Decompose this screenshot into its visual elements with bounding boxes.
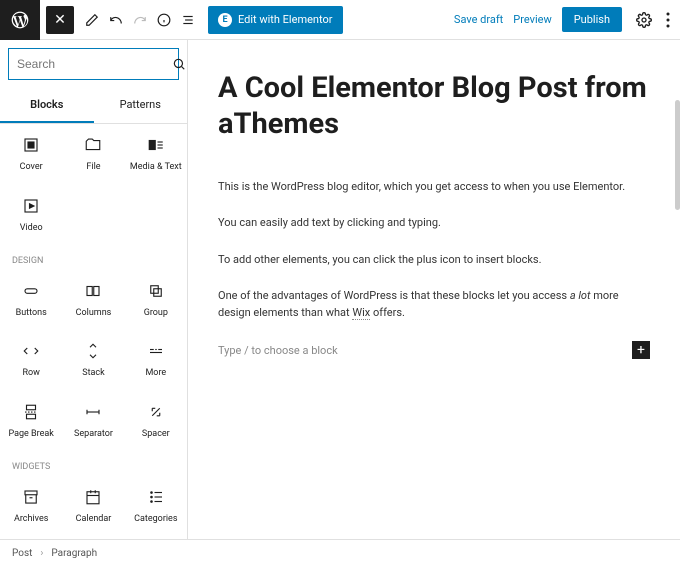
block-stack[interactable]: Stack xyxy=(62,330,124,391)
save-draft-button[interactable]: Save draft xyxy=(454,13,503,26)
paragraph-block[interactable]: You can easily add text by clicking and … xyxy=(218,215,650,232)
block-calendar[interactable]: Calendar xyxy=(62,476,124,537)
page-break-icon xyxy=(22,403,40,421)
section-design-label: DESIGN xyxy=(0,246,187,270)
elementor-icon: E xyxy=(218,13,232,27)
spacer-icon xyxy=(147,403,165,421)
block-latest-posts[interactable]: Latest Posts xyxy=(125,537,187,539)
more-icon xyxy=(147,342,165,360)
scrollbar-thumb[interactable] xyxy=(675,100,680,210)
block-video[interactable]: Video xyxy=(0,185,62,246)
block-page-break[interactable]: Page Break xyxy=(0,391,62,452)
paragraph-block[interactable]: This is the WordPress blog editor, which… xyxy=(218,179,650,196)
edit-with-elementor-button[interactable]: E Edit with Elementor xyxy=(208,6,343,34)
paragraph-block[interactable]: To add other elements, you can click the… xyxy=(218,252,650,269)
publish-button[interactable]: Publish xyxy=(562,7,622,32)
add-block-button[interactable]: + xyxy=(632,341,650,359)
breadcrumb-paragraph[interactable]: Paragraph xyxy=(51,548,97,559)
paragraph-block[interactable]: One of the advantages of WordPress is th… xyxy=(218,288,650,321)
stack-icon xyxy=(84,342,102,360)
archives-icon xyxy=(22,488,40,506)
tab-patterns[interactable]: Patterns xyxy=(94,88,188,123)
close-button[interactable]: ✕ xyxy=(46,6,74,34)
file-icon xyxy=(84,136,102,154)
topbar: ✕ E Edit with Elementor Save draft Previ… xyxy=(0,0,680,40)
section-widgets-label: WIDGETS xyxy=(0,452,187,476)
block-archives[interactable]: Archives xyxy=(0,476,62,537)
block-cover[interactable]: Cover xyxy=(0,124,62,185)
block-inserter-sidebar: Blocks Patterns Cover File Media & Text … xyxy=(0,40,188,539)
group-icon xyxy=(147,282,165,300)
search-icon xyxy=(172,57,186,71)
info-icon[interactable] xyxy=(152,0,176,40)
block-file[interactable]: File xyxy=(62,124,124,185)
block-media-text[interactable]: Media & Text xyxy=(125,124,187,185)
block-spacer[interactable]: Spacer xyxy=(125,391,187,452)
block-placeholder[interactable]: Type / to choose a block xyxy=(218,344,632,357)
block-group[interactable]: Group xyxy=(125,270,187,331)
settings-icon[interactable] xyxy=(632,0,656,40)
block-columns[interactable]: Columns xyxy=(62,270,124,331)
cover-icon xyxy=(22,136,40,154)
block-custom-html[interactable]: HTMLCustom HTML xyxy=(0,537,62,539)
elementor-button-label: Edit with Elementor xyxy=(238,13,333,26)
wordpress-logo[interactable] xyxy=(0,0,40,40)
columns-icon xyxy=(84,282,102,300)
tab-blocks[interactable]: Blocks xyxy=(0,88,94,123)
outline-icon[interactable] xyxy=(176,0,200,40)
calendar-icon xyxy=(84,488,102,506)
post-title[interactable]: A Cool Elementor Blog Post from aThemes xyxy=(218,70,650,143)
separator-icon xyxy=(84,403,102,421)
main: Blocks Patterns Cover File Media & Text … xyxy=(0,40,680,539)
row-icon xyxy=(22,342,40,360)
media-text-icon xyxy=(147,136,165,154)
undo-icon[interactable] xyxy=(104,0,128,40)
categories-icon xyxy=(147,488,165,506)
block-more[interactable]: More xyxy=(125,330,187,391)
breadcrumb-post[interactable]: Post xyxy=(12,548,32,559)
breadcrumb: Post › Paragraph xyxy=(0,539,680,567)
redo-icon[interactable] xyxy=(128,0,152,40)
block-row[interactable]: Row xyxy=(0,330,62,391)
buttons-icon xyxy=(22,282,40,300)
block-separator[interactable]: Separator xyxy=(62,391,124,452)
options-icon[interactable] xyxy=(656,0,680,40)
block-categories[interactable]: Categories xyxy=(125,476,187,537)
chevron-right-icon: › xyxy=(40,548,43,559)
block-latest-comments[interactable]: Latest Comments xyxy=(62,537,124,539)
search-input[interactable] xyxy=(17,57,172,71)
video-icon xyxy=(22,197,40,215)
preview-button[interactable]: Preview xyxy=(513,13,551,26)
editor-content[interactable]: A Cool Elementor Blog Post from aThemes … xyxy=(188,40,680,539)
inserter-tabs: Blocks Patterns xyxy=(0,88,187,124)
edit-icon[interactable] xyxy=(80,0,104,40)
block-buttons[interactable]: Buttons xyxy=(0,270,62,331)
search-input-wrap xyxy=(8,48,179,80)
